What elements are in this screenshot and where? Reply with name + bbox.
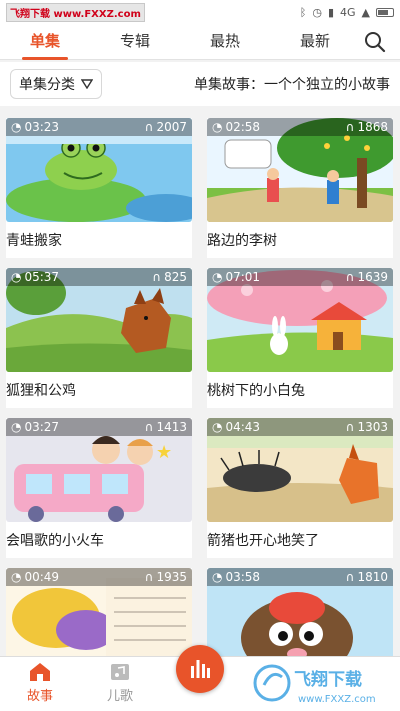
episode-plays: 1413 [156, 420, 187, 434]
music-icon [111, 664, 129, 680]
episode-thumbnail: ◔ 03:58 ∩ 1810 [207, 568, 393, 656]
episode-thumbnail: ◔ 07:01 ∩ 1639 [207, 268, 393, 372]
headphones-icon: ∩ [345, 420, 355, 434]
episode-grid: ◔ 03:23 ∩ 2007 青蛙搬家 ◔ 02:58 ∩ 1868 路边的李树… [0, 118, 400, 656]
player-button[interactable] [176, 645, 224, 693]
watermark-logo: 飞翔下载 www.FXXZ.com [253, 664, 376, 705]
search-icon [365, 31, 386, 52]
episode-title: 箭猪也开心地笑了 [207, 533, 319, 549]
tab-album[interactable]: 专辑 [90, 24, 180, 60]
episode-duration: 03:27 [24, 420, 60, 434]
search-button[interactable] [362, 29, 388, 55]
signal-icon: ▮ [327, 5, 334, 19]
nav-story[interactable]: 故事 [10, 661, 70, 704]
episode-card[interactable]: ◔ 02:58 ∩ 1868 路边的李树 [207, 118, 393, 258]
episode-duration: 03:23 [24, 120, 60, 134]
headphones-icon: ∩ [144, 120, 154, 134]
episode-title: 桃树下的小白兔 [207, 383, 305, 399]
tab-bar: 单集 专辑 最热 最新 [0, 24, 400, 60]
episode-meta-overlay: ◔ 05:37 ∩ 825 [6, 268, 192, 286]
episode-plays: 1935 [156, 570, 187, 584]
tab-single[interactable]: 单集 [0, 24, 90, 60]
alarm-icon: ◷ [312, 5, 322, 19]
episode-thumbnail: ◔ 03:23 ∩ 2007 [6, 118, 192, 222]
headphones-icon: ∩ [152, 270, 162, 284]
episode-duration: 05:37 [24, 270, 60, 284]
episode-plays: 825 [164, 270, 187, 284]
episode-card[interactable]: ◔ 04:43 ∩ 1303 箭猪也开心地笑了 [207, 418, 393, 558]
episode-thumbnail: ◔ 04:43 ∩ 1303 [207, 418, 393, 522]
episode-thumbnail: ★ ◔ 03:27 ∩ 1413 [6, 418, 192, 522]
headphones-icon: ∩ [345, 270, 355, 284]
episode-card[interactable]: ◔ 03:58 ∩ 1810 [207, 568, 393, 656]
watermark-brand: 飞翔下载 [294, 669, 362, 690]
clock-icon: ◔ [11, 270, 22, 284]
bluetooth-icon: ᛒ [299, 5, 307, 19]
episode-meta-overlay: ◔ 00:49 ∩ 1935 [6, 568, 192, 586]
nav-songs[interactable]: 儿歌 [90, 661, 150, 704]
clock-icon: ◔ [11, 570, 22, 584]
episode-thumbnail: ◔ 00:49 ∩ 1935 [6, 568, 192, 656]
episode-meta-overlay: ◔ 04:43 ∩ 1303 [207, 418, 393, 436]
home-icon [30, 663, 50, 681]
category-filter-button[interactable]: 单集分类 [10, 69, 102, 99]
episode-title: 路边的李树 [207, 233, 277, 249]
clock-icon: ◔ [212, 120, 223, 134]
watermark-url: www.FXXZ.com [298, 694, 376, 705]
episode-card[interactable]: ◔ 07:01 ∩ 1639 桃树下的小白兔 [207, 268, 393, 408]
clock-icon: ◔ [212, 420, 223, 434]
episode-card[interactable]: ◔ 00:49 ∩ 1935 [6, 568, 192, 656]
episode-thumbnail: ◔ 05:37 ∩ 825 [6, 268, 192, 372]
episode-thumbnail: ◔ 02:58 ∩ 1868 [207, 118, 393, 222]
filter-description: 单集故事：一个个独立的小故事 [194, 77, 390, 93]
category-filter-label: 单集分类 [19, 77, 75, 93]
episode-duration: 03:58 [225, 570, 261, 584]
nav-songs-label: 儿歌 [106, 689, 133, 704]
episode-meta-overlay: ◔ 02:58 ∩ 1868 [207, 118, 393, 136]
signal-strength-icon: ▲ [361, 5, 370, 19]
headphones-icon: ∩ [345, 570, 355, 584]
tab-hottest[interactable]: 最热 [180, 24, 270, 60]
episode-meta-overlay: ◔ 07:01 ∩ 1639 [207, 268, 393, 286]
battery-icon [376, 7, 394, 17]
episode-duration: 07:01 [225, 270, 261, 284]
episode-plays: 2007 [156, 120, 187, 134]
clock-icon: ◔ [212, 270, 223, 284]
headphones-icon: ∩ [144, 420, 154, 434]
status-bar: 飞翔下载 www.FXXZ.com ᛒ ◷ ▮ 4G ▲ [0, 0, 400, 24]
episode-title: 狐狸和公鸡 [6, 383, 76, 399]
clock-icon: ◔ [11, 420, 22, 434]
equalizer-icon [191, 660, 210, 678]
svg-text:★: ★ [156, 442, 172, 463]
filter-row: 单集分类 单集故事：一个个独立的小故事 [0, 62, 400, 106]
status-icons: ᛒ ◷ ▮ 4G ▲ [300, 6, 394, 19]
headphones-icon: ∩ [144, 570, 154, 584]
nav-story-label: 故事 [26, 689, 53, 704]
episode-title: 会唱歌的小火车 [6, 533, 104, 549]
episode-plays: 1639 [357, 270, 388, 284]
bottom-nav: 故事 儿歌 飞翔下载 www.FXXZ.com [0, 645, 400, 711]
episode-plays: 1303 [357, 420, 388, 434]
episode-duration: 04:43 [225, 420, 261, 434]
tab-newest[interactable]: 最新 [270, 24, 360, 60]
episode-card[interactable]: ◔ 05:37 ∩ 825 狐狸和公鸡 [6, 268, 192, 408]
network-type: 4G [340, 5, 356, 19]
episode-meta-overlay: ◔ 03:27 ∩ 1413 [6, 418, 192, 436]
episode-duration: 00:49 [24, 570, 60, 584]
clock-icon: ◔ [212, 570, 223, 584]
episode-plays: 1868 [357, 120, 388, 134]
triangle-down-icon [81, 79, 93, 89]
episode-card[interactable]: ◔ 03:23 ∩ 2007 青蛙搬家 [6, 118, 192, 258]
watermark-logo: 飞翔下载 www.FXXZ.com [6, 2, 145, 22]
episode-card[interactable]: ★ ◔ 03:27 ∩ 1413 会唱歌的小火车 [6, 418, 192, 558]
episode-meta-overlay: ◔ 03:23 ∩ 2007 [6, 118, 192, 136]
headphones-icon: ∩ [345, 120, 355, 134]
episode-title: 青蛙搬家 [6, 233, 62, 249]
episode-meta-overlay: ◔ 03:58 ∩ 1810 [207, 568, 393, 586]
episode-duration: 02:58 [225, 120, 261, 134]
clock-icon: ◔ [11, 120, 22, 134]
episode-plays: 1810 [357, 570, 388, 584]
